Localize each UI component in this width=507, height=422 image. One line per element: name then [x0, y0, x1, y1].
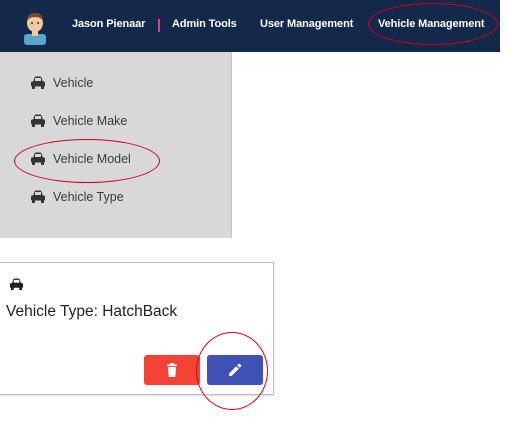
edit-button[interactable]: [207, 355, 263, 385]
sidebar: Vehicle Vehicle Make Vehicle Model Vehic…: [0, 52, 232, 238]
sidebar-item-label: Vehicle: [53, 76, 94, 90]
main-content-area: [232, 52, 500, 238]
car-icon: [31, 76, 45, 89]
car-icon: [31, 152, 45, 165]
sidebar-item-vehicle-type[interactable]: Vehicle Type: [30, 187, 124, 207]
sidebar-item-vehicle-model[interactable]: Vehicle Model: [30, 149, 131, 169]
delete-button[interactable]: [144, 355, 200, 385]
vehicle-type-card: Vehicle Type: HatchBack: [0, 262, 274, 395]
car-icon: [31, 114, 45, 127]
sidebar-item-vehicle[interactable]: Vehicle: [30, 73, 93, 93]
car-icon: [31, 190, 45, 203]
user-name[interactable]: Jason Pienaar: [72, 18, 145, 30]
card-title: Vehicle Type: HatchBack: [6, 303, 178, 320]
nav-link-admin-tools[interactable]: Admin Tools: [172, 18, 237, 30]
sidebar-item-label: Vehicle Make: [53, 114, 128, 128]
sidebar-item-label: Vehicle Model: [53, 152, 131, 166]
top-navbar: Jason Pienaar | Admin Tools User Managem…: [0, 0, 500, 52]
nav-separator: |: [157, 16, 161, 32]
trash-icon: [167, 363, 177, 377]
nav-link-vehicle-management[interactable]: Vehicle Management: [378, 18, 485, 30]
avatar[interactable]: [22, 9, 48, 45]
sidebar-item-label: Vehicle Type: [53, 190, 124, 204]
nav-link-user-management[interactable]: User Management: [260, 18, 353, 30]
car-icon: [10, 278, 23, 291]
sidebar-item-vehicle-make[interactable]: Vehicle Make: [30, 111, 127, 131]
pencil-icon: [229, 363, 242, 376]
